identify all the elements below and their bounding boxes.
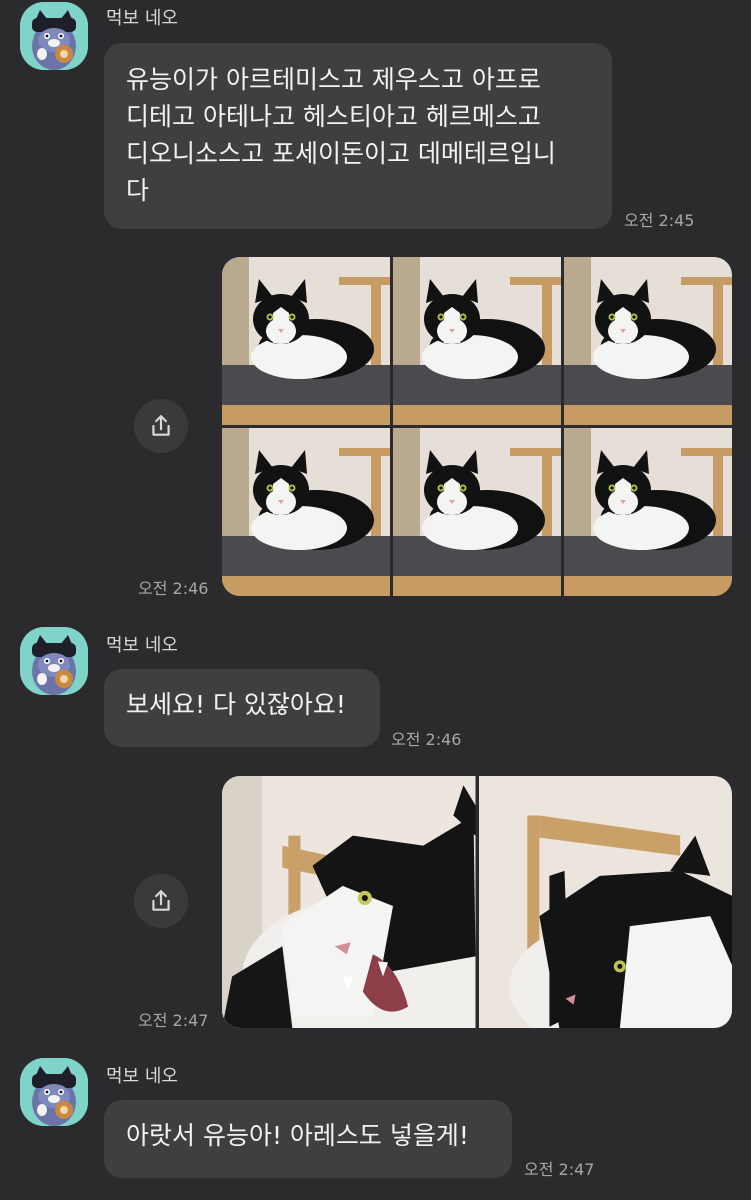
message-timestamp: 오전 2:46 — [138, 579, 209, 598]
message-timestamp: 오전 2:46 — [391, 730, 462, 749]
cat-photo[interactable] — [393, 257, 561, 425]
message-timestamp: 오전 2:47 — [524, 1160, 595, 1179]
message-timestamp: 오전 2:47 — [138, 1011, 209, 1030]
cat-photo[interactable] — [393, 428, 561, 596]
message-line: 유능이가 아르테미스고 제우스고 아프로 — [126, 65, 541, 94]
avatar[interactable] — [20, 627, 88, 695]
message-line: 디테고 아테나고 헤스티아고 헤르메스고 — [126, 102, 541, 131]
avatar-cat-character-icon — [20, 627, 88, 695]
share-button[interactable] — [134, 874, 188, 928]
message-timestamp: 오전 2:45 — [624, 211, 695, 230]
message-text: 보세요! 다 있잖아요! — [126, 690, 346, 719]
cat-photo[interactable] — [222, 428, 390, 596]
cat-photo[interactable] — [564, 257, 732, 425]
message-bubble[interactable]: 보세요! 다 있잖아요! — [104, 669, 380, 747]
message-line: 다 — [126, 176, 150, 205]
sender-name: 먹보 네오 — [106, 8, 178, 29]
share-button[interactable] — [134, 399, 188, 453]
photo-grid — [222, 257, 732, 596]
cat-closeup-photo[interactable] — [479, 776, 733, 1028]
message-text: 아랏서 유능아! 아레스도 넣을게! — [126, 1121, 469, 1150]
share-icon — [148, 413, 174, 439]
sender-name: 먹보 네오 — [106, 1066, 178, 1087]
cat-photo[interactable] — [564, 428, 732, 596]
avatar-cat-character-icon — [20, 1058, 88, 1126]
avatar[interactable] — [20, 2, 88, 70]
cat-hissing-photo[interactable] — [222, 776, 476, 1028]
message-bubble[interactable]: 유능이가 아르테미스고 제우스고 아프로 디테고 아테나고 헤스티아고 헤르메스… — [104, 43, 612, 229]
sender-name: 먹보 네오 — [106, 635, 178, 656]
cat-photo[interactable] — [222, 257, 390, 425]
message-line: 디오니소스고 포세이돈이고 데메테르입니 — [126, 139, 556, 168]
avatar-cat-character-icon — [20, 2, 88, 70]
share-icon — [148, 888, 174, 914]
avatar[interactable] — [20, 1058, 88, 1126]
photo-grid — [222, 776, 732, 1028]
message-bubble[interactable]: 아랏서 유능아! 아레스도 넣을게! — [104, 1100, 512, 1178]
